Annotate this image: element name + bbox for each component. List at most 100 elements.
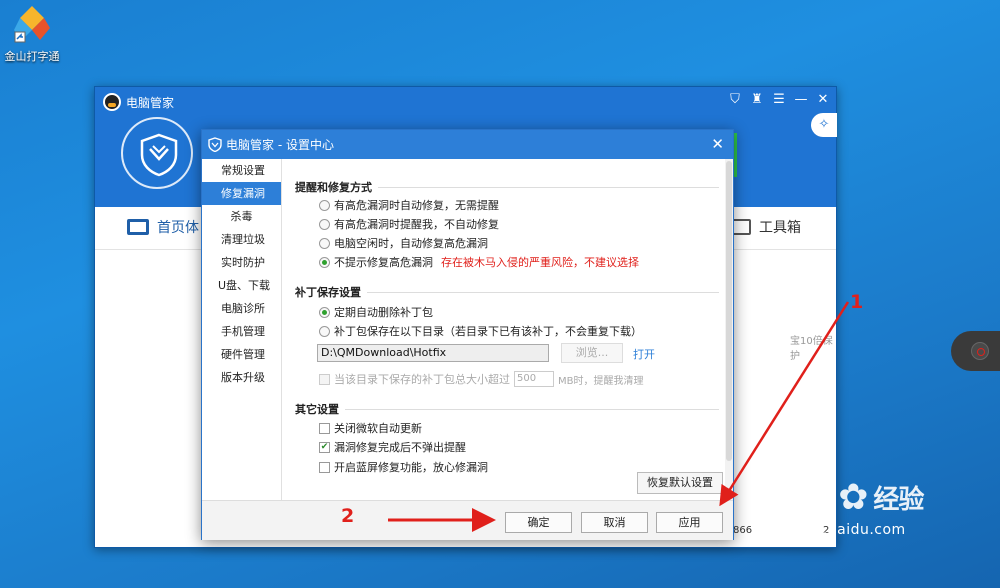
section-patch-save: 补丁保存设置 — [295, 284, 719, 300]
radio-auto-delete-label: 定期自动删除补丁包 — [334, 306, 433, 319]
sidebar-item-antivirus[interactable]: 杀毒 — [202, 205, 281, 228]
sidebar-item-realtime[interactable]: 实时防护 — [202, 251, 281, 274]
radio-remind-only[interactable]: 有高危漏洞时提醒我，不自动修复 — [319, 216, 499, 232]
section-divider — [345, 408, 719, 410]
nav-home[interactable]: 首页体 — [127, 217, 199, 237]
menu-icon[interactable]: ☰ — [772, 92, 786, 107]
shield-icon — [140, 133, 178, 177]
cancel-button[interactable]: 取消 — [581, 512, 648, 533]
radio-auto-repair[interactable]: 有高危漏洞时自动修复，无需提醒 — [319, 197, 499, 213]
section-other: 其它设置 — [295, 401, 719, 417]
check-bluescreen-repair-label: 开启蓝屏修复功能，放心修漏洞 — [334, 461, 488, 474]
checkbox[interactable] — [319, 422, 330, 434]
network-speed-widget[interactable] — [951, 331, 1000, 371]
dialog-title-bar: 电脑管家 - 设置中心 ✕ — [202, 130, 733, 159]
radio-idle-repair[interactable]: 电脑空闲时，自动修复高危漏洞 — [319, 235, 488, 251]
radio-button[interactable] — [319, 199, 330, 211]
minimize-icon[interactable]: — — [794, 92, 808, 107]
apply-button[interactable]: 应用 — [656, 512, 723, 533]
main-window-title: 电脑管家 — [126, 95, 175, 110]
sidebar-item-clinic[interactable]: 电脑诊所 — [202, 297, 281, 320]
section-divider — [378, 186, 719, 188]
ok-button[interactable]: 确定 — [505, 512, 572, 533]
baidu-paw-icon: ✿ — [838, 476, 868, 518]
radio-button[interactable] — [319, 325, 330, 337]
risk-warning-text: 存在被木马入侵的严重风险，不建议选择 — [441, 256, 639, 269]
kingsoft-typing-icon — [12, 4, 52, 44]
desktop-icon-typing[interactable]: 金山打字通 — [2, 4, 62, 64]
dialog-title: 电脑管家 - 设置中心 — [226, 138, 334, 152]
settings-sidebar: 常规设置 修复漏洞 杀毒 清理垃圾 实时防护 U盘、下载 电脑诊所 手机管理 硬… — [202, 159, 282, 500]
sidebar-item-hardware[interactable]: 硬件管理 — [202, 343, 281, 366]
dialog-close-icon[interactable]: ✕ — [711, 135, 724, 153]
section-remind-repair: 提醒和修复方式 — [295, 179, 719, 195]
shield-small-icon[interactable]: ⛉ — [728, 92, 742, 107]
dialog-shield-icon — [208, 137, 222, 152]
bg-right-text: 宝10倍保护 — [790, 336, 833, 362]
check-disable-ms-update[interactable]: 关闭微软自动更新 — [319, 420, 422, 436]
baidu-jingyan-watermark: Bai ✿ 经验 jingyan.baidu.com — [768, 474, 924, 538]
annotation-step-2: 2 — [341, 505, 355, 527]
radio-idle-repair-label: 电脑空闲时，自动修复高危漏洞 — [334, 237, 488, 250]
radio-no-prompt-label: 不提示修复高危漏洞 — [334, 256, 433, 269]
check-no-popup-label: 漏洞修复完成后不弹出提醒 — [334, 441, 466, 454]
radio-button[interactable] — [319, 218, 330, 230]
radio-no-prompt[interactable]: 不提示修复高危漏洞 存在被木马入侵的严重风险，不建议选择 — [319, 254, 639, 270]
watermark-logo: Bai ✿ 经验 — [768, 474, 924, 520]
wifi-off-icon — [971, 342, 989, 360]
section-remind-repair-title: 提醒和修复方式 — [295, 181, 372, 194]
checkbox[interactable] — [319, 461, 330, 473]
open-folder-link[interactable]: 打开 — [633, 346, 655, 362]
qq-logo-icon — [103, 93, 121, 111]
main-window-title-bar: 电脑管家 — [103, 93, 174, 111]
sidebar-item-usb-download[interactable]: U盘、下载 — [202, 274, 281, 297]
checkbox-checked[interactable]: ✔ — [319, 441, 330, 453]
scrollbar-thumb[interactable] — [726, 161, 732, 461]
nav-home-label: 首页体 — [157, 220, 199, 236]
watermark-logo-left: Bai — [768, 474, 837, 520]
radio-remind-only-label: 有高危漏洞时提醒我，不自动修复 — [334, 218, 499, 231]
radio-save-dir[interactable]: 补丁包保存在以下目录（若目录下已有该补丁，不会重复下载） — [319, 323, 642, 339]
section-other-title: 其它设置 — [295, 403, 339, 416]
size-limit-prefix: 当该目录下保存的补丁包总大小超过 — [334, 373, 510, 386]
close-icon[interactable]: ✕ — [816, 92, 830, 107]
sidebar-item-general[interactable]: 常规设置 — [202, 159, 281, 182]
desktop-icon-label: 金山打字通 — [4, 50, 60, 63]
check-bluescreen-repair[interactable]: 开启蓝屏修复功能，放心修漏洞 — [319, 459, 488, 475]
radio-button-selected[interactable] — [319, 256, 330, 268]
radio-button-selected[interactable] — [319, 306, 330, 318]
security-shield-badge[interactable] — [121, 117, 193, 189]
toolbox-icon — [731, 219, 751, 235]
sidebar-item-patch[interactable]: 修复漏洞 — [202, 182, 281, 205]
monitor-icon — [127, 219, 149, 235]
restore-defaults-button[interactable]: 恢复默认设置 — [637, 472, 723, 494]
annotation-step-1: 1 — [850, 291, 864, 313]
dialog-footer: 确定 取消 应用 — [202, 500, 733, 540]
sidebar-item-upgrade[interactable]: 版本升级 — [202, 366, 281, 389]
settings-dialog: 电脑管家 - 设置中心 ✕ 常规设置 修复漏洞 杀毒 清理垃圾 实时防护 U盘、… — [201, 129, 734, 540]
patch-path-input[interactable]: D:\QMDownload\Hotfix — [317, 344, 549, 362]
section-divider — [367, 291, 719, 293]
radio-auto-delete[interactable]: 定期自动删除补丁包 — [319, 304, 433, 320]
nav-toolbox[interactable]: 工具箱 — [731, 217, 801, 237]
bg-number-1: 866 — [733, 525, 753, 536]
nav-toolbox-label: 工具箱 — [759, 220, 801, 236]
radio-auto-repair-label: 有高危漏洞时自动修复，无需提醒 — [334, 199, 499, 212]
skin-icon[interactable]: ♜ — [750, 92, 764, 107]
window-controls: ⛉ ♜ ☰ — ✕ — [728, 92, 830, 107]
sparkle-icon[interactable]: ✧ — [811, 113, 837, 137]
sidebar-item-phone[interactable]: 手机管理 — [202, 320, 281, 343]
size-limit-check[interactable]: 当该目录下保存的补丁包总大小超过 500 MB时，提醒我清理 — [319, 371, 644, 387]
radio-button[interactable] — [319, 237, 330, 249]
check-no-popup[interactable]: ✔ 漏洞修复完成后不弹出提醒 — [319, 439, 466, 455]
radio-save-dir-label: 补丁包保存在以下目录（若目录下已有该补丁，不会重复下载） — [334, 325, 642, 338]
size-limit-input[interactable]: 500 — [514, 371, 554, 387]
size-limit-suffix: MB时，提醒我清理 — [558, 375, 644, 387]
checkbox-disabled[interactable] — [319, 373, 330, 385]
section-patch-save-title: 补丁保存设置 — [295, 286, 361, 299]
check-disable-ms-update-label: 关闭微软自动更新 — [334, 422, 422, 435]
sidebar-item-cleanup[interactable]: 清理垃圾 — [202, 228, 281, 251]
content-scrollbar[interactable] — [725, 159, 733, 500]
settings-content: 提醒和修复方式 有高危漏洞时自动修复，无需提醒 有高危漏洞时提醒我，不自动修复 … — [283, 159, 725, 500]
browse-button[interactable]: 浏览... — [561, 343, 623, 363]
